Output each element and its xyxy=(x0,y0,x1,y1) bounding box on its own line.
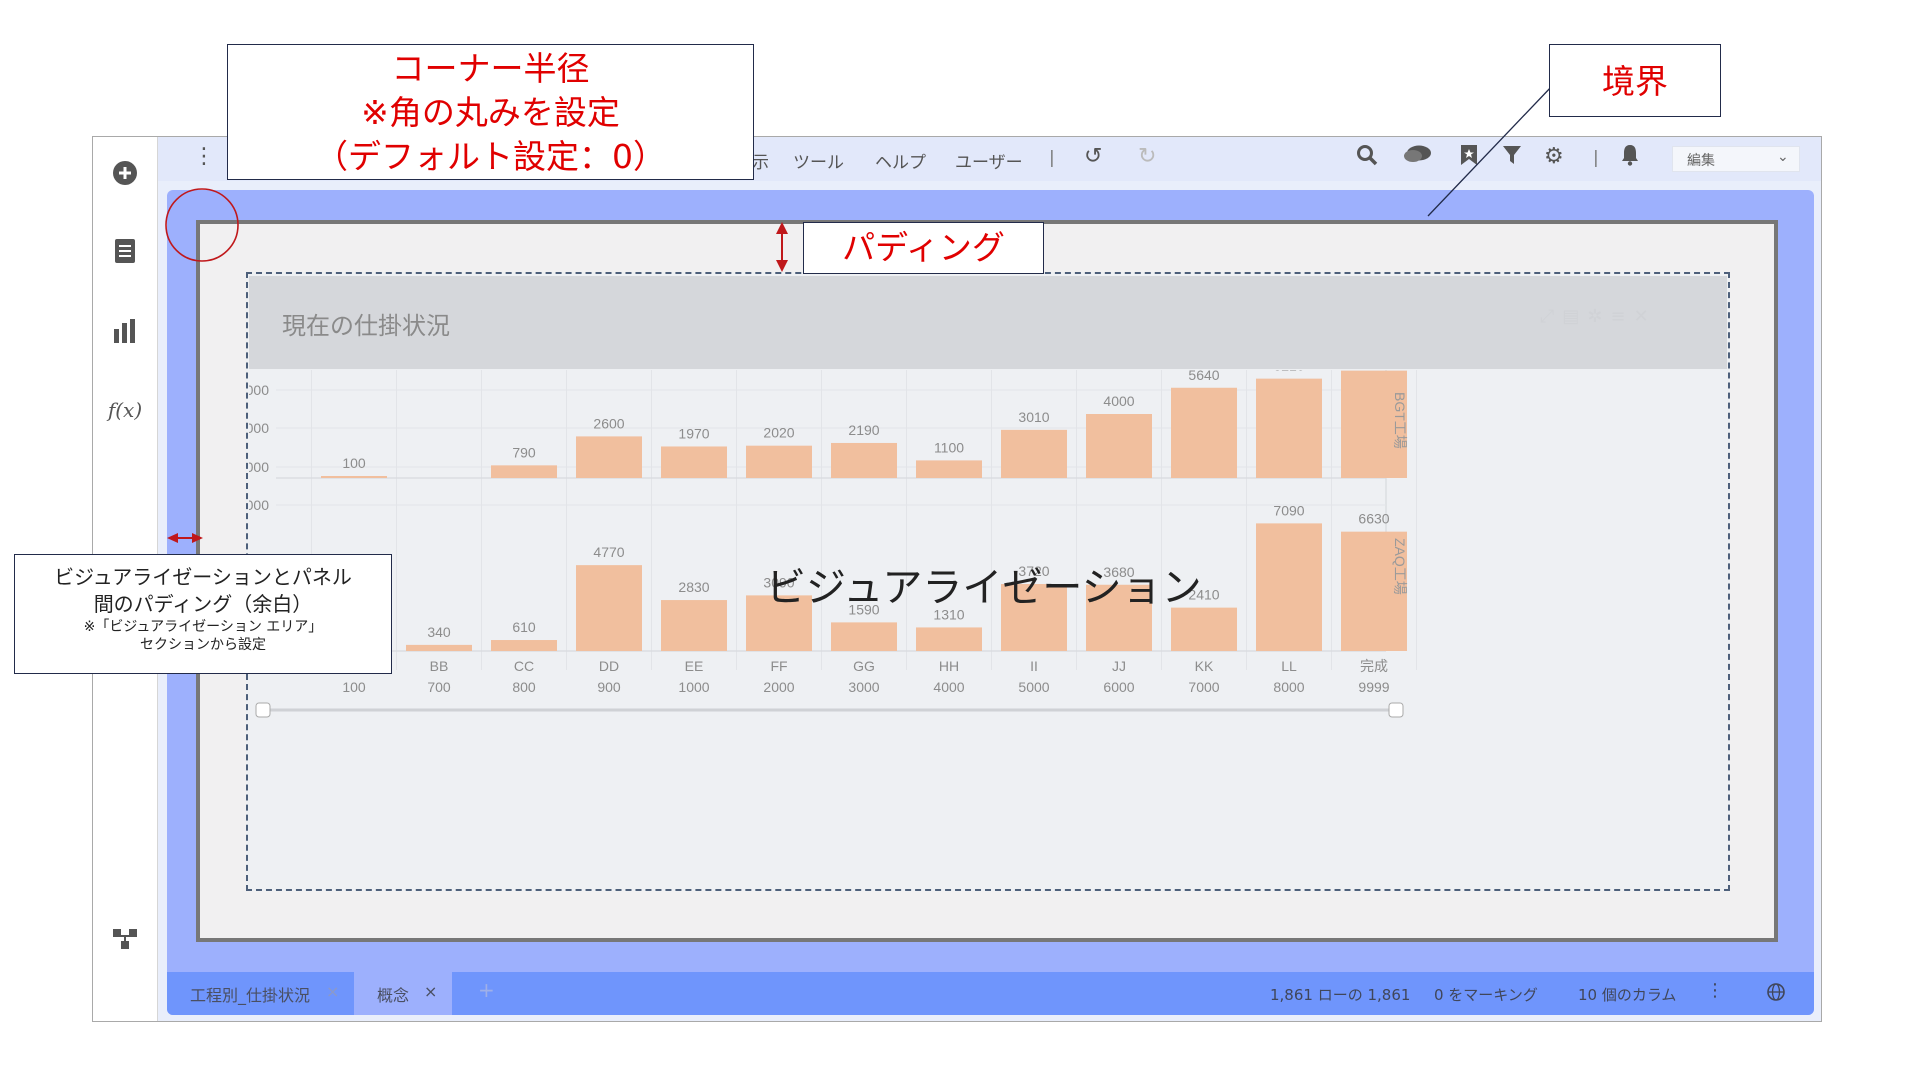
corner-radius-marker xyxy=(165,188,239,262)
corner-radius-callout: コーナー半径 ※角の丸みを設定 （デフォルト設定：0） xyxy=(227,44,754,180)
viz-padding-title-2: 間のパディング（余白） xyxy=(93,592,313,616)
viz-padding-note-2: セクションから設定 xyxy=(140,637,266,653)
corner-radius-title: コーナー半径 xyxy=(391,49,590,88)
padding-callout: パディング xyxy=(803,222,1044,274)
corner-radius-default: （デフォルト設定：0） xyxy=(315,137,666,176)
viz-padding-callout: ビジュアライゼーションとパネル 間のパディング（余白） ※「ビジュアライゼーショ… xyxy=(14,554,392,674)
border-leader-line xyxy=(1427,84,1554,217)
visualization-label: ビジュアライゼーション xyxy=(766,565,1202,611)
corner-radius-note: ※角の丸みを設定 xyxy=(361,93,620,132)
viz-padding-note-1: ※「ビジュアライゼーション エリア」 xyxy=(83,619,323,635)
viz-padding-title-1: ビジュアライゼーションとパネル xyxy=(54,565,352,589)
border-callout: 境界 xyxy=(1549,44,1721,117)
